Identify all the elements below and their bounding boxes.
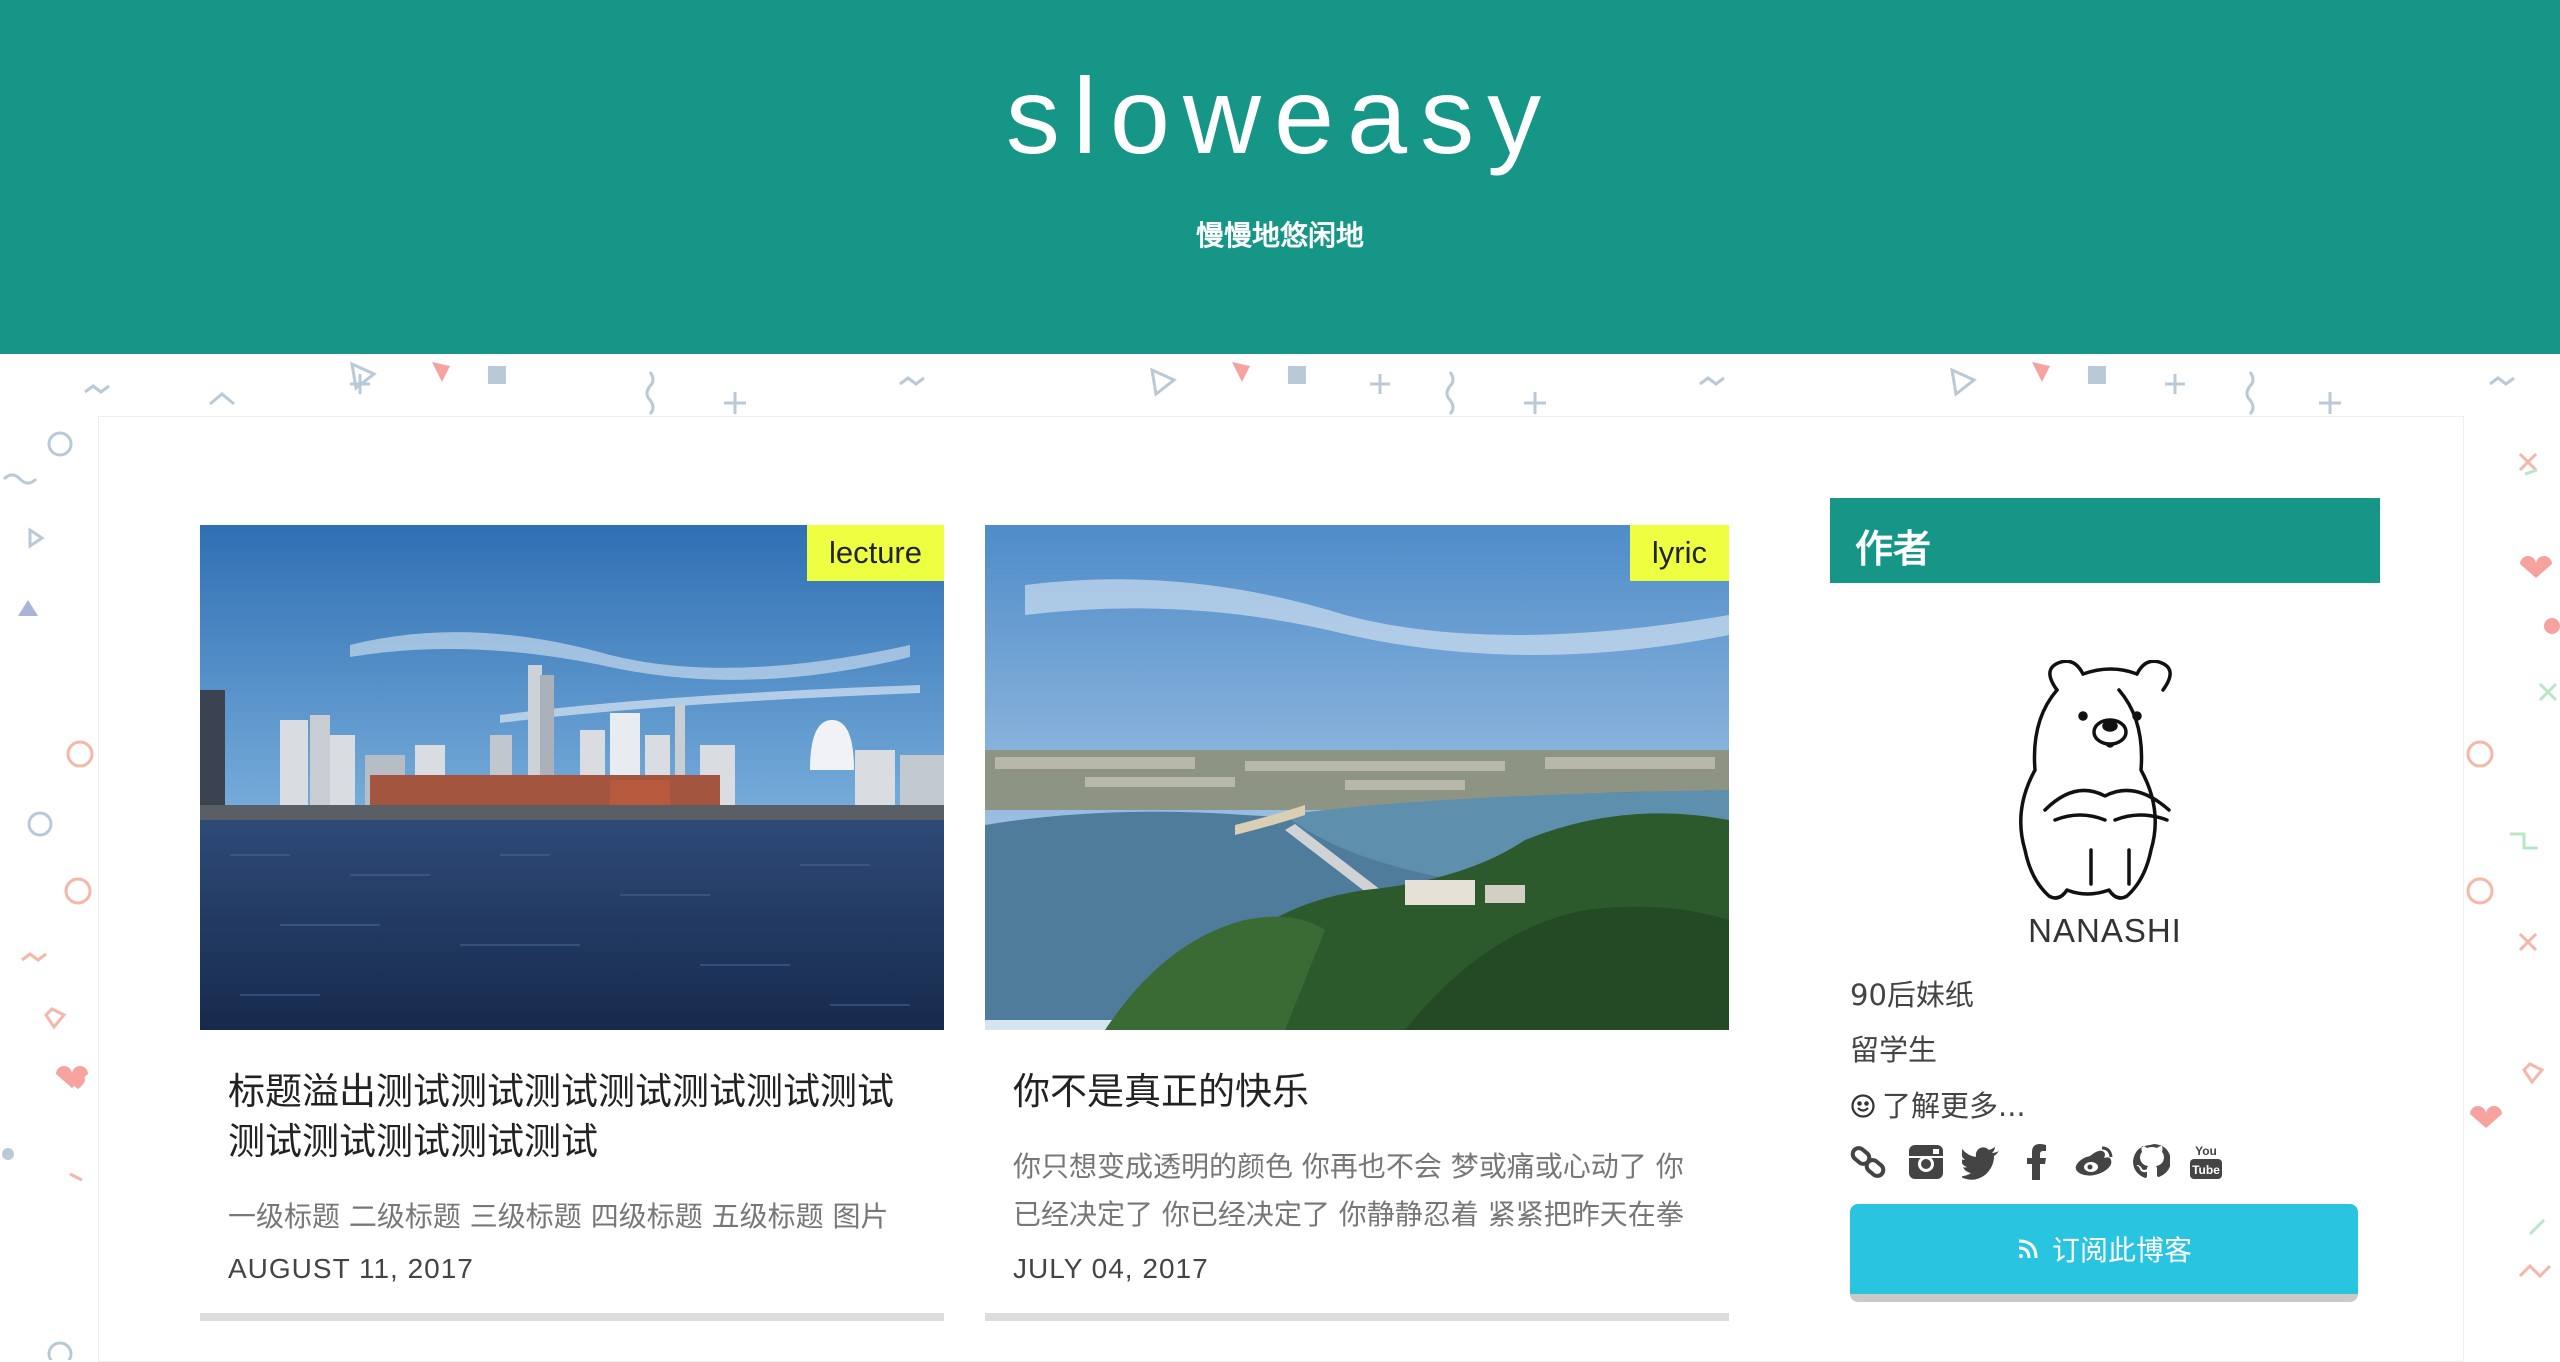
svg-text:You: You bbox=[2195, 1144, 2217, 1158]
author-bio-line: 90后妹纸 bbox=[1850, 978, 1974, 1012]
github-icon[interactable] bbox=[2130, 1142, 2170, 1182]
post-excerpt: 你只想变成透明的颜色 你再也不会 梦或痛或心动了 你已经决定了 你已经决定了 你… bbox=[1013, 1150, 1684, 1231]
author-name: NANASHI bbox=[2028, 912, 2182, 949]
post-tag[interactable]: lyric bbox=[1629, 525, 1729, 581]
post-image[interactable]: lyric bbox=[985, 525, 1729, 1030]
post-title[interactable]: 标题溢出测试测试测试测试测试测试测试测试测试测试测试测试 bbox=[228, 1067, 916, 1167]
facebook-icon[interactable] bbox=[2018, 1142, 2058, 1182]
site-subtitle: 慢慢地悠闲地 bbox=[1195, 219, 1364, 252]
more-link-label: 了解更多... bbox=[1882, 1089, 2026, 1123]
post-card[interactable]: lecture 标题溢出测试测试测试测试测试测试测试测试测试测试测试测试 一级标… bbox=[200, 525, 944, 1321]
post-excerpt: 一级标题 二级标题 三级标题 四级标题 五级标题 图片 bbox=[228, 1200, 889, 1233]
author-bio-line: 留学生 bbox=[1850, 1033, 1938, 1067]
post-image[interactable]: lecture bbox=[200, 525, 944, 1030]
post-tag[interactable]: lecture bbox=[806, 525, 944, 581]
post-card[interactable]: lyric 你不是真正的快乐 你只想变成透明的颜色 你再也不会 梦或痛或心动了 … bbox=[985, 525, 1729, 1321]
svg-text:Tube: Tube bbox=[2192, 1163, 2220, 1177]
youtube-icon[interactable]: You Tube bbox=[2186, 1142, 2226, 1182]
weibo-icon[interactable] bbox=[2074, 1142, 2114, 1182]
bear-avatar-icon[interactable] bbox=[2015, 660, 2205, 900]
instagram-icon[interactable] bbox=[1906, 1142, 1946, 1182]
site-header: sloweasy 慢慢地悠闲地 bbox=[0, 0, 2560, 354]
sidebar-heading-text: 作者 bbox=[1855, 527, 1932, 571]
site-title[interactable]: sloweasy bbox=[0, 62, 2560, 170]
rss-icon bbox=[2018, 1239, 2038, 1259]
post-date: JULY 04, 2017 bbox=[1013, 1253, 1209, 1284]
subscribe-label: 订阅此博客 bbox=[2051, 1234, 2192, 1267]
post-title[interactable]: 你不是真正的快乐 bbox=[1013, 1067, 1701, 1117]
link-icon[interactable] bbox=[1848, 1142, 1888, 1182]
smile-icon bbox=[1851, 1094, 1875, 1118]
post-date: AUGUST 11, 2017 bbox=[228, 1253, 474, 1284]
subscribe-button[interactable]: 订阅此博客 bbox=[1850, 1204, 2358, 1302]
more-link[interactable]: 了解更多... bbox=[1850, 1083, 2026, 1125]
twitter-icon[interactable] bbox=[1962, 1142, 2002, 1182]
sidebar-heading: 作者 bbox=[1830, 498, 2380, 583]
